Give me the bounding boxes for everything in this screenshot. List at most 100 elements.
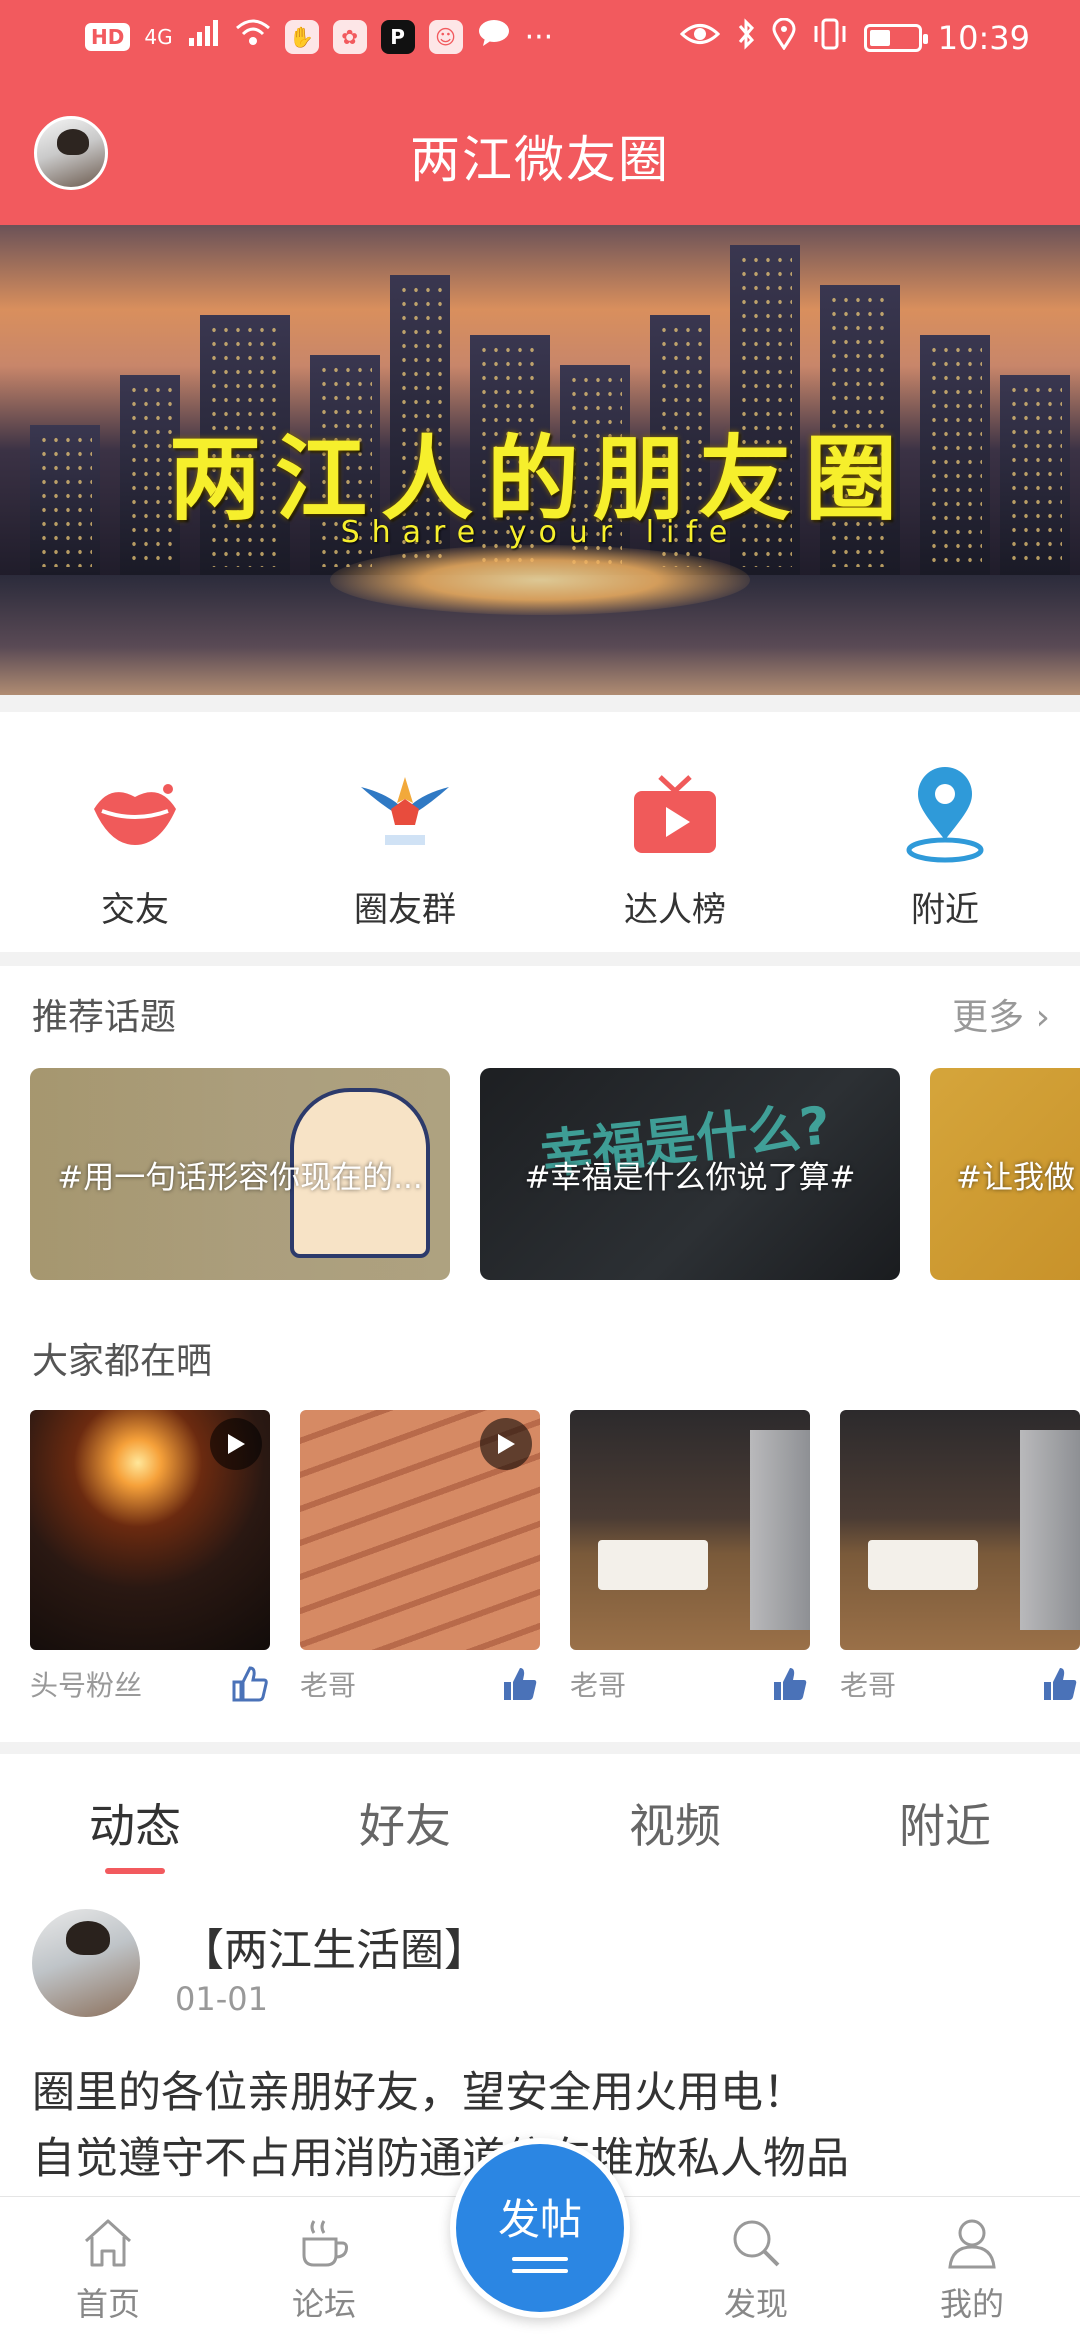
eye-icon — [679, 19, 720, 57]
location-icon — [772, 17, 796, 58]
quick-item-circle-groups[interactable]: 圈友群 — [270, 712, 540, 952]
topic-title: #幸福是什么你说了算# — [524, 1160, 856, 1196]
status-bar: HD 4G ✋ ✿ P ☺ ··· 10:39 — [0, 0, 1080, 80]
app-notification-icon: ☺ — [428, 20, 463, 54]
nav-forum[interactable]: 论坛 — [264, 2217, 384, 2325]
wifi-icon — [235, 18, 271, 56]
nav-label: 发现 — [723, 2285, 788, 2323]
signal-icon — [187, 18, 221, 56]
post-line: 圈里的各位亲朋好友，望安全用火用电！ — [32, 2068, 806, 2118]
tab-updates[interactable]: 动态 — [0, 1754, 270, 1874]
hd-badge: HD — [85, 23, 131, 51]
recommended-topics: 推荐话题 更多 › #用一句话形容你现在的... 幸福是什么? #幸福是什么你说… — [0, 966, 1080, 1306]
more-dots-icon: ··· — [524, 19, 554, 55]
thumbs-up-filled-icon[interactable] — [1040, 1664, 1080, 1704]
clock: 10:39 — [937, 19, 1030, 57]
hero-banner[interactable]: 两江人的朋友圈 Share your life — [0, 225, 1080, 695]
thumb-table — [868, 1540, 978, 1590]
quick-item-nearby[interactable]: 附近 — [810, 712, 1080, 952]
network-type: 4G — [144, 25, 173, 49]
menu-lines-icon — [512, 2257, 568, 2273]
quick-label: 圈友群 — [354, 890, 456, 930]
quick-label: 附近 — [911, 890, 979, 930]
nav-label: 我的 — [939, 2285, 1004, 2323]
tab-friends[interactable]: 好友 — [270, 1754, 540, 1874]
battery-icon — [863, 24, 928, 52]
page-title: 两江微友圈 — [410, 131, 670, 189]
play-icon — [480, 1418, 532, 1470]
quick-menu: 交友 圈友群 达人榜 附近 — [0, 712, 1080, 952]
banner-glow — [330, 545, 750, 615]
app-notification-icon: ✋ — [284, 20, 319, 54]
thumb-fridge — [750, 1430, 810, 1630]
share-user: 老哥 — [840, 1669, 897, 1702]
topic-title: #让我做 — [956, 1160, 1075, 1196]
group-logo-icon — [355, 764, 455, 864]
app-notification-icon: ✿ — [332, 20, 367, 54]
chevron-right-icon: › — [1035, 997, 1050, 1038]
app-notification-icon: P — [380, 20, 415, 54]
share-card[interactable]: 老哥 — [840, 1410, 1080, 1704]
section-title: 推荐话题 — [32, 997, 177, 1038]
nav-label: 首页 — [75, 2285, 140, 2323]
share-card[interactable]: 老哥 — [300, 1410, 540, 1704]
new-post-label: 发帖 — [497, 2195, 582, 2244]
thumbs-up-outline-icon[interactable] — [230, 1664, 270, 1704]
user-icon — [912, 2217, 1032, 2273]
search-icon — [696, 2217, 816, 2273]
status-left: HD 4G ✋ ✿ P ☺ ··· — [85, 18, 553, 56]
share-thumbnail[interactable] — [300, 1410, 540, 1650]
thumbs-up-filled-icon[interactable] — [770, 1664, 810, 1704]
nav-discover[interactable]: 发现 — [696, 2217, 816, 2325]
banner-subtitle: Share your life — [340, 515, 740, 550]
post-date: 01-01 — [175, 1980, 268, 2018]
more-label: 更多 — [952, 997, 1025, 1038]
post-avatar[interactable] — [32, 1909, 140, 2017]
topic-title: #用一句话形容你现在的... — [57, 1160, 423, 1196]
quick-item-talent-ranking[interactable]: 达人榜 — [540, 712, 810, 952]
topic-card[interactable]: 幸福是什么? #幸福是什么你说了算# — [480, 1068, 900, 1280]
home-icon — [48, 2217, 168, 2273]
tv-play-icon — [625, 764, 725, 864]
vibrate-icon — [812, 18, 848, 58]
chat-bubble-icon — [477, 18, 511, 56]
coffee-cup-icon — [264, 2217, 384, 2273]
share-thumbnail[interactable] — [570, 1410, 810, 1650]
feed-tabs: 动态 好友 视频 附近 — [0, 1754, 1080, 1874]
location-pin-icon — [895, 764, 995, 864]
share-thumbnail[interactable] — [30, 1410, 270, 1650]
topic-card[interactable]: #用一句话形容你现在的... — [30, 1068, 450, 1280]
lips-icon — [85, 764, 185, 864]
quick-label: 交友 — [101, 890, 169, 930]
share-meta: 老哥 — [300, 1664, 540, 1704]
post-author[interactable]: 【两江生活圈】 — [180, 1914, 488, 1978]
quick-item-make-friends[interactable]: 交友 — [0, 712, 270, 952]
thumb-fridge — [1020, 1430, 1080, 1630]
share-meta: 老哥 — [840, 1664, 1080, 1704]
share-meta: 老哥 — [570, 1664, 810, 1704]
share-meta: 头号粉丝 — [30, 1664, 270, 1704]
share-thumbnail[interactable] — [840, 1410, 1080, 1650]
new-post-button[interactable]: 发帖 — [450, 2138, 630, 2318]
more-link[interactable]: 更多 › — [952, 988, 1050, 1040]
nav-home[interactable]: 首页 — [48, 2217, 168, 2325]
share-card[interactable]: 头号粉丝 — [30, 1410, 270, 1704]
nav-label: 论坛 — [291, 2285, 356, 2323]
quick-label: 达人榜 — [624, 890, 726, 930]
everyone-shares: 大家都在晒 头号粉丝 老哥 老哥 老哥 — [0, 1306, 1080, 1742]
topic-card[interactable]: #让我做 — [930, 1068, 1080, 1280]
tab-videos[interactable]: 视频 — [540, 1754, 810, 1874]
tab-nearby[interactable]: 附近 — [810, 1754, 1080, 1874]
top-bar: HD 4G ✋ ✿ P ☺ ··· 10:39 两江微友圈 — [0, 0, 1080, 225]
share-user: 老哥 — [300, 1669, 357, 1702]
nav-mine[interactable]: 我的 — [912, 2217, 1032, 2325]
section-title: 大家都在晒 — [32, 1341, 213, 1382]
share-user: 头号粉丝 — [30, 1669, 143, 1702]
status-right: 10:39 — [679, 17, 1030, 58]
share-card[interactable]: 老哥 — [570, 1410, 810, 1704]
thumb-table — [598, 1540, 708, 1590]
bluetooth-icon — [736, 18, 756, 58]
play-icon — [210, 1418, 262, 1470]
share-user: 老哥 — [570, 1669, 627, 1702]
thumbs-up-filled-icon[interactable] — [500, 1664, 540, 1704]
